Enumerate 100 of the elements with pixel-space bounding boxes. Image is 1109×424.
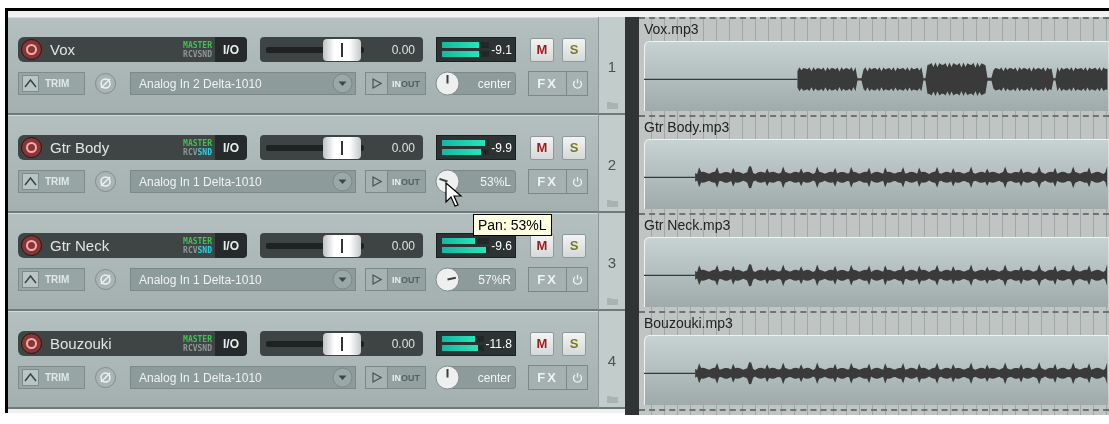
folder-icon xyxy=(606,199,618,207)
track-name-field[interactable]: Vox MASTER RCVSND xyxy=(18,37,215,62)
monitor-button[interactable] xyxy=(366,73,388,94)
dropdown-icon xyxy=(332,367,353,388)
volume-reading: 0.00 xyxy=(391,140,415,155)
pan-control[interactable]: 57%R xyxy=(436,268,516,291)
fader-thumb[interactable] xyxy=(322,137,361,159)
io-button[interactable]: I/O xyxy=(215,37,247,62)
mouse-pointer-icon xyxy=(445,182,465,208)
envelope-icon xyxy=(22,369,39,386)
power-icon xyxy=(571,176,583,187)
pan-reading: 57%R xyxy=(478,272,512,287)
clip-name: Vox.mp3 xyxy=(644,20,699,39)
monitor-in-label: IN xyxy=(391,274,401,285)
io-button[interactable]: I/O xyxy=(215,331,247,356)
record-arm-icon[interactable] xyxy=(21,333,42,354)
track-name-field[interactable]: Gtr Neck MASTER RCVSND xyxy=(18,233,215,258)
folder-icon xyxy=(606,395,618,403)
io-button[interactable]: I/O xyxy=(215,233,247,258)
track-number: 4 xyxy=(607,352,617,369)
monitor-button[interactable] xyxy=(366,269,388,290)
envelope-trim-button[interactable]: TRIM xyxy=(18,366,85,389)
power-icon xyxy=(571,78,583,89)
track-number: 2 xyxy=(607,156,617,173)
input-select[interactable]: Analog In 2 Delta-1010 xyxy=(130,72,356,95)
fader-thumb[interactable] xyxy=(322,39,361,61)
play-icon xyxy=(371,274,382,285)
send-label: SND xyxy=(197,49,212,59)
track-number: 1 xyxy=(607,58,617,75)
solo-button[interactable]: S xyxy=(562,135,586,160)
volume-fader[interactable]: 0.00 xyxy=(260,37,423,62)
meter-reading: -9.9 xyxy=(491,140,512,155)
power-icon xyxy=(571,372,583,383)
volume-reading: 0.00 xyxy=(391,42,415,57)
input-select[interactable]: Analog In 1 Delta-1010 xyxy=(130,170,356,193)
track-number: 3 xyxy=(607,254,617,271)
master-send-label: MASTER xyxy=(183,40,212,50)
dropdown-icon xyxy=(332,171,353,192)
master-send-label: MASTER xyxy=(183,236,212,246)
volume-reading: 0.00 xyxy=(391,336,415,351)
phase-invert-button[interactable] xyxy=(95,171,116,192)
mute-button[interactable]: M xyxy=(530,331,554,356)
record-arm-icon[interactable] xyxy=(21,39,42,60)
monitor-button[interactable] xyxy=(366,171,388,192)
pan-control[interactable]: center xyxy=(436,366,516,389)
solo-button[interactable]: S xyxy=(562,37,586,62)
phase-icon xyxy=(99,175,112,188)
master-send-label: MASTER xyxy=(183,138,212,148)
monitor-in-label: IN xyxy=(391,78,401,89)
volume-fader[interactable]: 0.00 xyxy=(260,331,423,356)
dropdown-icon xyxy=(332,73,353,94)
meter-reading: -9.6 xyxy=(491,238,512,253)
pan-tooltip: Pan: 53%L xyxy=(473,214,552,236)
solo-button[interactable]: S xyxy=(562,331,586,356)
envelope-trim-button[interactable]: TRIM xyxy=(18,268,85,291)
monitor-in-label: IN xyxy=(391,176,401,187)
monitor-out-label: OUT xyxy=(401,372,420,383)
receive-label: RCV xyxy=(183,245,198,255)
pan-reading: center xyxy=(477,76,512,91)
power-icon xyxy=(571,274,583,285)
monitor-out-label: OUT xyxy=(401,78,420,89)
send-label: SND xyxy=(197,343,212,353)
envelope-icon xyxy=(22,75,39,92)
envelope-trim-button[interactable]: TRIM xyxy=(18,170,85,193)
volume-fader[interactable]: 0.00 xyxy=(260,233,423,258)
monitor-out-label: OUT xyxy=(401,176,420,187)
folder-icon xyxy=(606,101,618,109)
folder-icon xyxy=(606,297,618,305)
track-name-field[interactable]: Bouzouki MASTER RCVSND xyxy=(18,331,215,356)
clip-name: Bouzouki.mp3 xyxy=(644,314,733,333)
envelope-icon xyxy=(22,271,39,288)
dropdown-icon xyxy=(332,269,353,290)
track-name-field[interactable]: Gtr Body MASTER RCVSND xyxy=(18,135,215,160)
solo-button[interactable]: S xyxy=(562,233,586,258)
phase-invert-button[interactable] xyxy=(95,269,116,290)
send-label: SND xyxy=(197,147,212,157)
receive-label: RCV xyxy=(183,49,198,59)
meter-reading: -11.8 xyxy=(485,336,512,351)
pan-reading: 53%L xyxy=(480,174,512,189)
record-arm-icon[interactable] xyxy=(21,235,42,256)
io-button[interactable]: I/O xyxy=(215,135,247,160)
input-select[interactable]: Analog In 1 Delta-1010 xyxy=(130,268,356,291)
envelope-trim-button[interactable]: TRIM xyxy=(18,72,85,95)
phase-invert-button[interactable] xyxy=(95,367,116,388)
pan-control[interactable]: 53%L xyxy=(436,170,516,193)
record-arm-icon[interactable] xyxy=(21,137,42,158)
phase-invert-button[interactable] xyxy=(95,73,116,94)
fader-thumb[interactable] xyxy=(322,235,361,257)
input-select[interactable]: Analog In 1 Delta-1010 xyxy=(130,366,356,389)
mute-button[interactable]: M xyxy=(530,135,554,160)
play-icon xyxy=(371,78,382,89)
fader-thumb[interactable] xyxy=(322,333,361,355)
volume-fader[interactable]: 0.00 xyxy=(260,135,423,160)
envelope-icon xyxy=(22,173,39,190)
mute-button[interactable]: M xyxy=(530,37,554,62)
volume-reading: 0.00 xyxy=(391,238,415,253)
receive-label: RCV xyxy=(183,147,198,157)
monitor-button[interactable] xyxy=(366,367,388,388)
phase-icon xyxy=(99,273,112,286)
pan-control[interactable]: center xyxy=(436,72,516,95)
